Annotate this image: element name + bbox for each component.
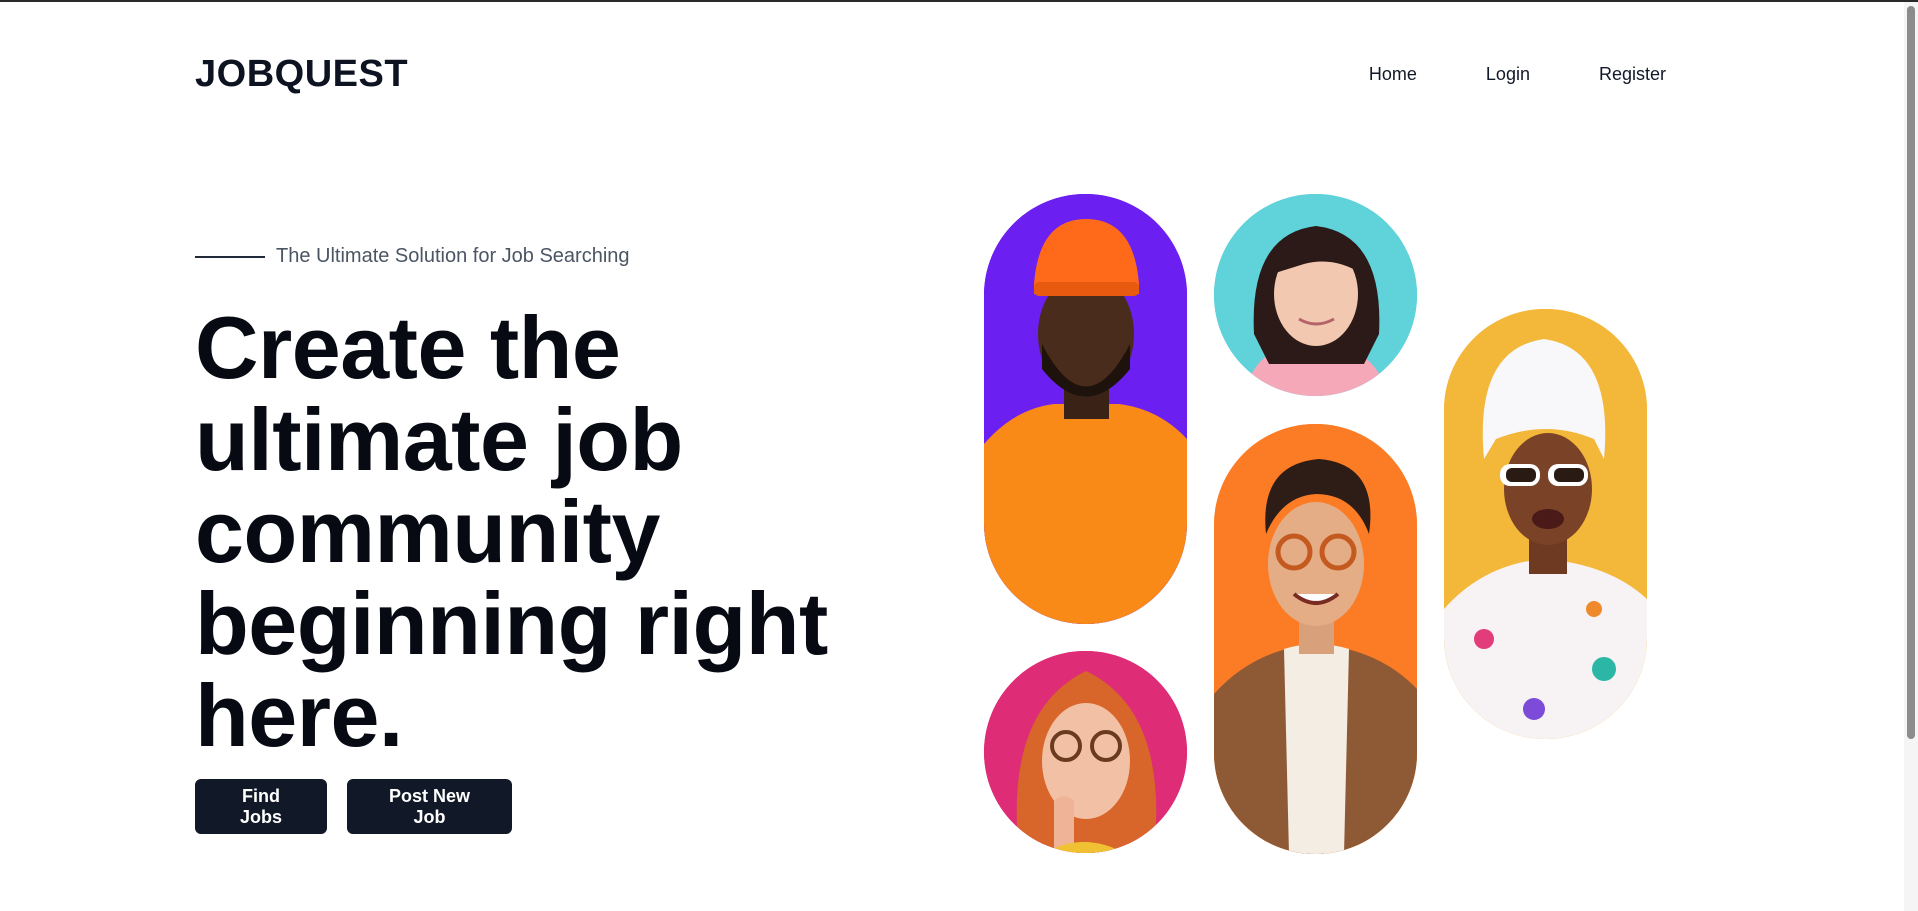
nav-register-link[interactable]: Register bbox=[1599, 64, 1666, 85]
portrait-woman-pink-sweater bbox=[1214, 194, 1417, 396]
hero-tagline: The Ultimate Solution for Job Searching bbox=[195, 245, 630, 268]
portrait-man-glasses-brown-jacket bbox=[1214, 424, 1417, 854]
logo[interactable]: JOBQUEST bbox=[195, 53, 408, 96]
find-jobs-button[interactable]: Find Jobs bbox=[195, 779, 327, 834]
hero-headline: Create the ultimate job community beginn… bbox=[195, 298, 828, 765]
page: JOBQUEST Home Login Register The Ultimat… bbox=[0, 0, 1918, 911]
portrait-woman-red-hair-glasses bbox=[984, 651, 1187, 853]
nav-home-link[interactable]: Home bbox=[1369, 64, 1417, 85]
portrait-woman-head-towel-sunglasses bbox=[1444, 309, 1647, 739]
portrait-man-orange-beanie bbox=[984, 194, 1187, 624]
post-new-job-button[interactable]: Post New Job bbox=[347, 779, 512, 834]
site-header: JOBQUEST Home Login Register bbox=[195, 48, 1666, 100]
tagline-divider bbox=[195, 255, 265, 258]
scrollbar-thumb[interactable] bbox=[1907, 6, 1915, 739]
main-nav: Home Login Register bbox=[1369, 64, 1666, 85]
tagline-text: The Ultimate Solution for Job Searching bbox=[276, 245, 630, 267]
hero-actions: Find Jobs Post New Job bbox=[195, 779, 512, 834]
nav-login-link[interactable]: Login bbox=[1486, 64, 1530, 85]
page-scrollbar[interactable] bbox=[1904, 2, 1918, 911]
